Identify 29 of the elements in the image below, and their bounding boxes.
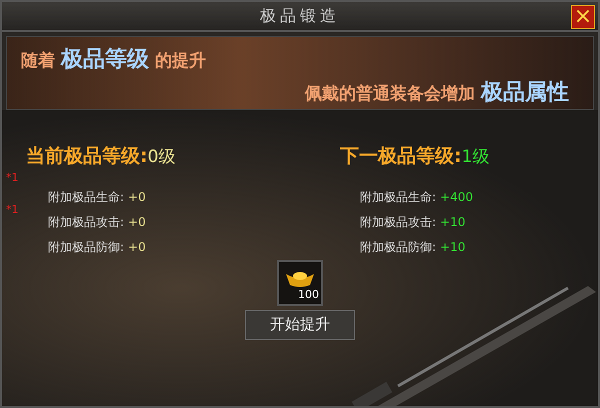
stat-value: +10	[440, 239, 466, 256]
stat-label: 附加极品攻击:	[360, 214, 436, 231]
banner-highlight-text: 极品属性	[481, 79, 569, 107]
level-value: 1级	[462, 146, 490, 169]
level-value: 0级	[148, 146, 176, 169]
item-count: 100	[298, 287, 319, 303]
banner-highlight-text: 极品等级	[61, 46, 149, 74]
stat-value: +0	[128, 239, 146, 256]
stat-label: 附加极品生命:	[48, 189, 124, 206]
stat-label: 附加极品防御:	[360, 239, 436, 256]
stat-value: +0	[128, 189, 146, 206]
close-button[interactable]: ×	[571, 5, 595, 29]
level-heading: 下一极品等级:	[340, 144, 462, 169]
banner-text: 佩戴的普通装备会增加	[305, 83, 475, 106]
banner-text: 随着	[21, 50, 55, 73]
window-title: 极品锻造	[260, 5, 340, 27]
ingot-icon	[285, 270, 315, 288]
stat-label: 附加极品生命:	[360, 189, 436, 206]
stat-value: +400	[440, 189, 474, 206]
stat-label: 附加极品防御:	[48, 239, 124, 256]
marker-text: *1	[6, 170, 18, 186]
stat-label: 附加极品攻击:	[48, 214, 124, 231]
level-heading: 当前极品等级:	[26, 144, 148, 169]
stat-value: +10	[440, 214, 466, 231]
stat-value: +0	[128, 214, 146, 231]
marker-text: *1	[6, 202, 18, 218]
banner-text: 的提升	[155, 50, 206, 73]
start-upgrade-button[interactable]: 开始提升	[245, 310, 355, 340]
item-slot[interactable]: 100	[277, 260, 323, 306]
